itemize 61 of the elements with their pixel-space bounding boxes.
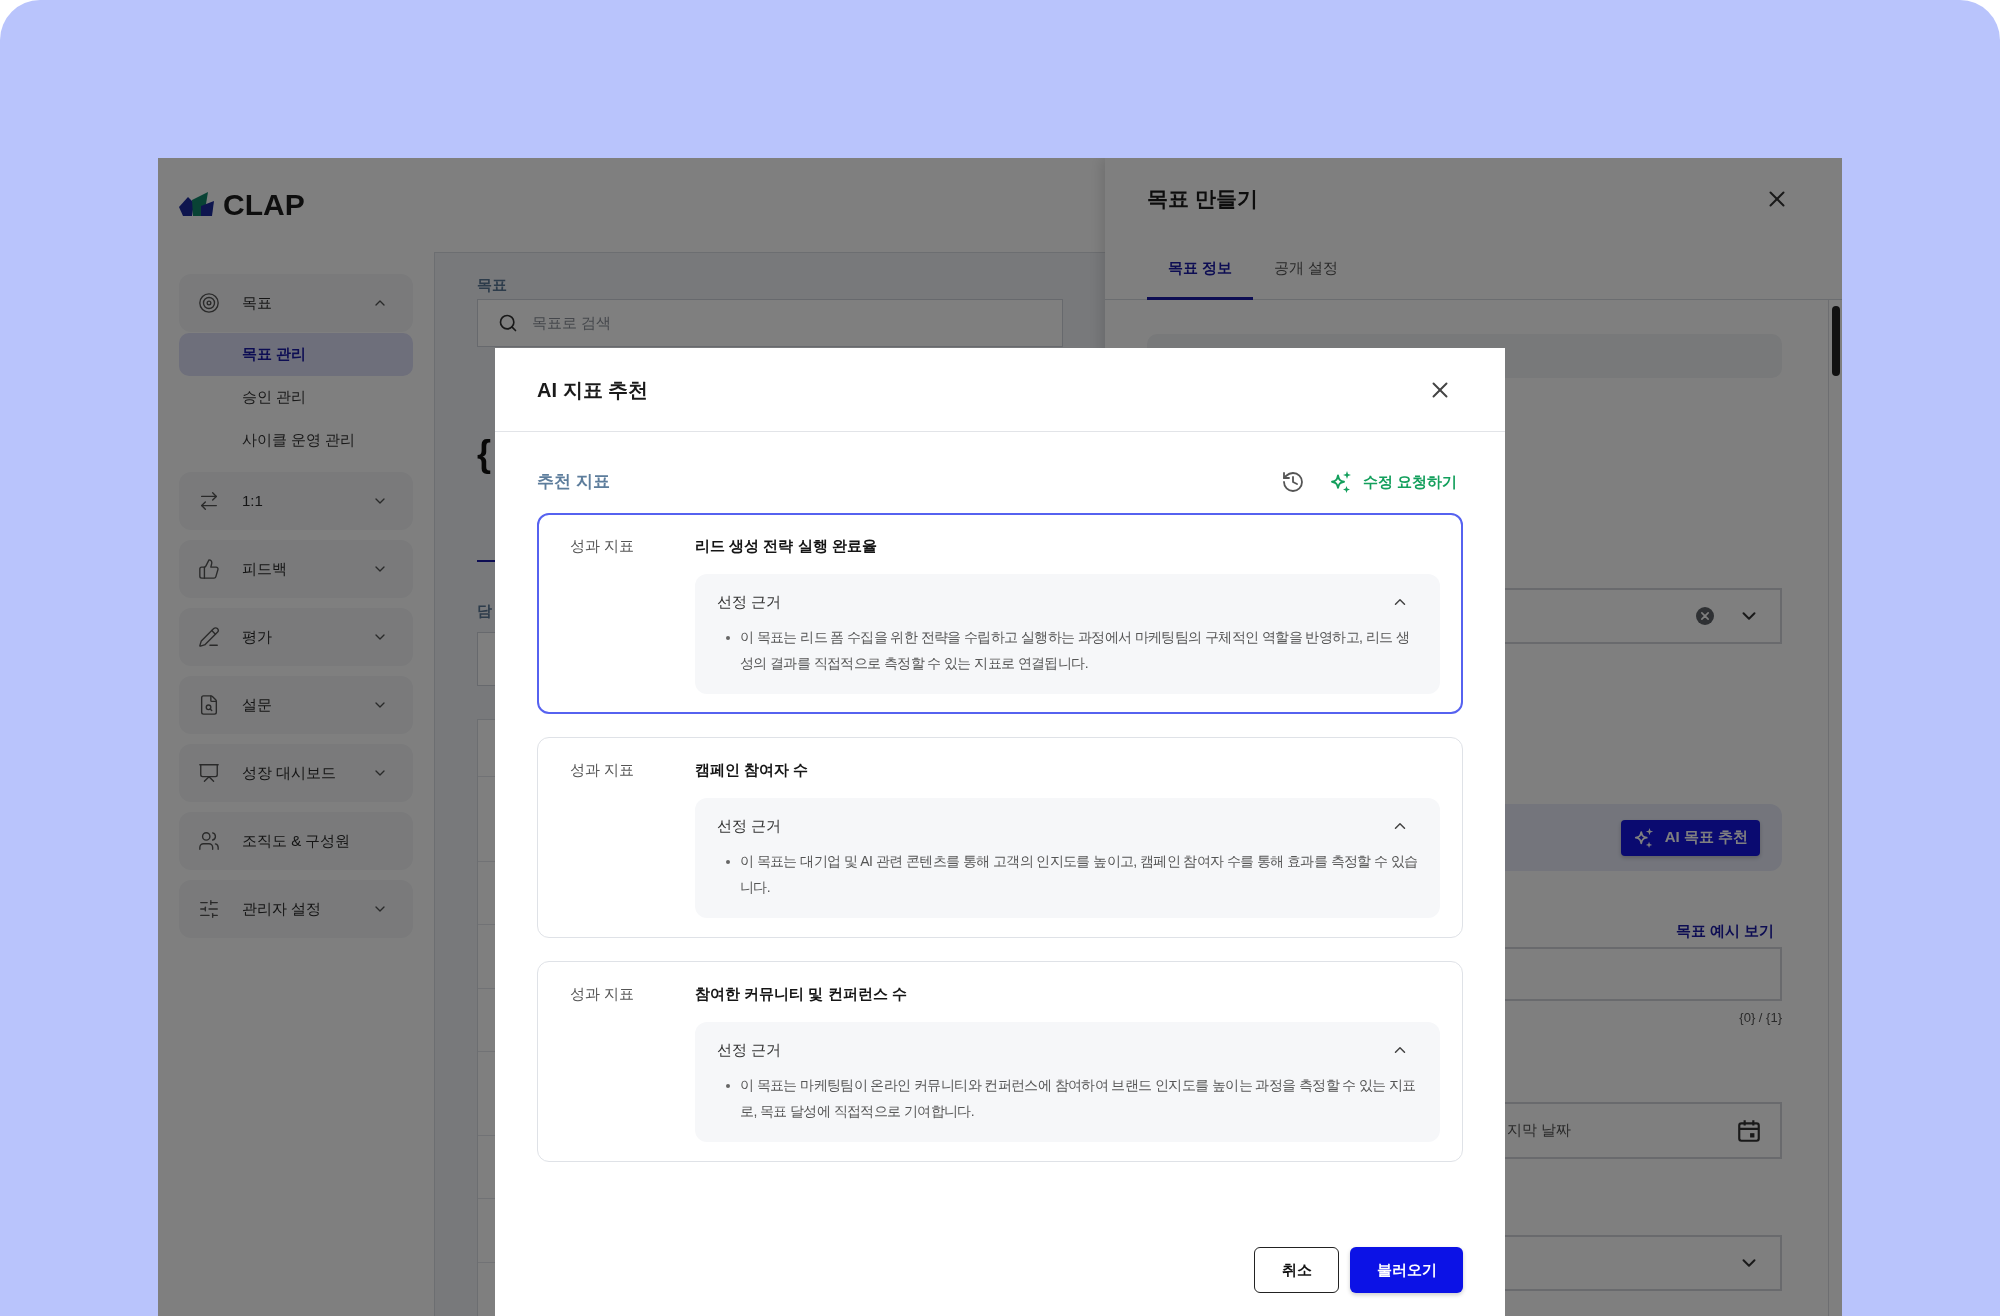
field-label: 담 [477,601,492,621]
search-field[interactable]: 목표로 검색 [477,299,1063,347]
scrollbar-thumb[interactable] [1831,306,1840,376]
sparkle-icon [1632,826,1655,849]
nav-group[interactable]: 조직도 & 구성원 [179,812,413,870]
ai-recommend-button[interactable]: AI 목표 추천 [1620,819,1760,856]
reason-text: 이 목표는 마케팅팀이 온라인 커뮤니티와 컨퍼런스에 참여하여 브랜드 인지도를 높이는 과정을 측정할 수 있는 지표로, 목표 달성에 직접적으로 기여합니다. [740,1076,1417,1121]
cancel-button[interactable]: 취소 [1254,1247,1339,1293]
metric-type: 성과 지표 [570,536,635,556]
metric-card[interactable]: 성과 지표 참여한 커뮤니티 및 컨퍼런스 수 선정 근거 이 목표는 마케팅팀이 온라인 커뮤니티와 컨퍼런스에 참여하여 브랜드 인지도를 높이는 과정을 측정할 수 있는 지표로, 목표 달성에 직접적으로 기여합니다. [537,961,1463,1162]
nav-group[interactable]: 성장 대시보드 [179,744,413,802]
metric-card[interactable]: 성과 지표 리드 생성 전략 실행 완료율 선정 근거 이 목표는 리드 폼 수집을 위한 전략을 수립하고 실행하는 과정에서 마케팅팀의 구체적인 역할을 반영하고, 리드 생성의 결과를 직접적으로 측정할 수 있는 지표로 연결됩니다. [537,513,1463,714]
metric-type: 성과 지표 [570,760,635,780]
calendar-icon[interactable] [1736,1117,1762,1144]
tab[interactable]: 목표 정보 [1147,240,1254,300]
nav-group[interactable]: 설문 [179,676,413,734]
nav-group[interactable]: 1:1 [179,472,413,530]
logo-text: CLAP [223,190,305,220]
drawer-title: 목표 만들기 [1147,186,1258,213]
reason-heading: 선정 근거 [717,1039,782,1060]
sparkle-icon [1328,470,1353,494]
bullet-icon [726,860,730,864]
metric-type: 성과 지표 [570,984,635,1004]
request-edit-button[interactable]: 수정 요청하기 [1328,470,1457,494]
document-search-icon [198,694,220,716]
character-counter: {0} / {1} [1739,1009,1782,1027]
reason-text: 이 목표는 리드 폼 수집을 위한 전략을 수립하고 실행하는 과정에서 마케팅팀의 구체적인 역할을 반영하고, 리드 생성의 결과를 직접적으로 측정할 수 있는 지표로 연결됩니다. [740,628,1411,673]
users-icon [198,830,220,852]
modal-title: AI 지표 추천 [537,377,649,403]
example-link[interactable]: 목표 예시 보기 [1675,921,1774,941]
bullet-icon [726,1084,730,1088]
field-label: 목표 [477,275,507,295]
reason-heading: 선정 근거 [717,591,782,612]
metric-title: 참여한 커뮤니티 및 컨퍼런스 수 [695,984,907,1004]
swap-arrows-icon [198,490,220,512]
load-button[interactable]: 불러오기 [1350,1247,1463,1293]
thumbs-up-icon [198,558,220,580]
clear-icon[interactable] [1696,607,1714,625]
search-icon [498,313,518,333]
logo-icon [179,192,217,218]
nav-group[interactable]: 평가 [179,608,413,666]
history-icon[interactable] [1280,470,1305,494]
page-title: { [477,433,491,475]
metric-card[interactable]: 성과 지표 캠페인 참여자 수 선정 근거 이 목표는 대기업 및 AI 관련 콘텐츠를 통해 고객의 인지도를 높이고, 캠페인 참여자 수를 통해 효과를 측정할 수 있습니다. [537,737,1463,938]
section-title: 추천 지표 [537,471,610,494]
pencil-icon [198,626,220,648]
sliders-icon [198,898,220,920]
reason-heading: 선정 근거 [717,815,782,836]
nav-group[interactable]: 목표 [179,274,413,332]
reason-text: 이 목표는 대기업 및 AI 관련 콘텐츠를 통해 고객의 인지도를 높이고, 캠페인 참여자 수를 통해 효과를 측정할 수 있습니다. [740,852,1418,897]
nav-group[interactable]: 피드백 [179,540,413,598]
metric-title: 캠페인 참여자 수 [695,760,809,780]
nav-subitem[interactable]: 목표 관리 [179,333,413,376]
bullet-icon [726,636,730,640]
presentation-icon [198,762,220,784]
target-icon [198,292,220,314]
metric-title: 리드 생성 전략 실행 완료율 [695,536,877,556]
nav-subitem[interactable]: 승인 관리 [179,376,413,419]
nav-group[interactable]: 관리자 설정 [179,880,413,938]
tab[interactable]: 공개 설정 [1253,240,1360,300]
nav-subitem[interactable]: 사이클 운영 관리 [179,419,413,462]
